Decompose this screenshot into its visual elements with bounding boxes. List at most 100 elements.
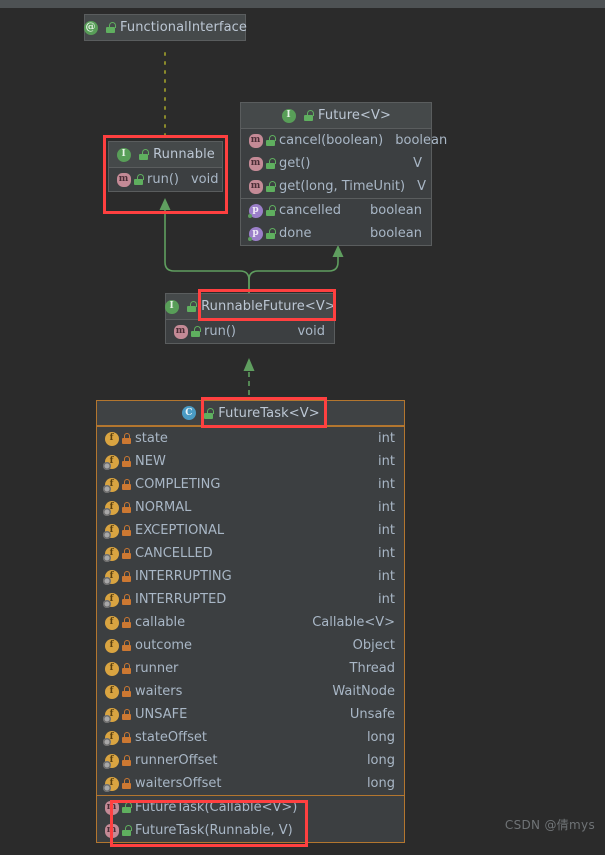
member-row[interactable]: f NEW int <box>97 450 404 473</box>
member-name: NEW <box>135 454 166 469</box>
private-lock-icon <box>122 594 131 605</box>
member-type: int <box>378 546 395 561</box>
member-name: state <box>135 431 168 446</box>
member-row[interactable]: f state int <box>97 427 404 450</box>
public-unlock-icon <box>191 326 201 337</box>
method-icon: m <box>104 800 119 815</box>
member-name: run() <box>204 324 236 339</box>
member-name: cancel(boolean) <box>279 133 384 148</box>
node-future-methods: m cancel(boolean) boolean m get() V m ge… <box>241 128 447 198</box>
member-row[interactable]: m FutureTask(Callable<V>) <box>97 796 404 819</box>
member-type: Thread <box>349 661 395 676</box>
member-row[interactable]: f outcome Object <box>97 634 404 657</box>
member-type: int <box>378 569 395 584</box>
property-icon: p <box>248 226 263 241</box>
static-field-icon: f <box>103 500 119 516</box>
member-type: V <box>417 179 426 194</box>
window-top-strip <box>0 0 605 8</box>
member-row[interactable]: m run() void <box>166 320 334 343</box>
member-name: done <box>279 226 312 241</box>
member-row[interactable]: m get() V <box>241 152 431 175</box>
member-row[interactable]: f runner Thread <box>97 657 404 680</box>
node-runnable[interactable]: I Runnable m run() void <box>108 141 223 192</box>
private-lock-icon <box>122 571 131 582</box>
edge-futuretask-to-runnablefuture <box>243 358 255 404</box>
node-functionalinterface[interactable]: @ FunctionalInterface <box>83 14 247 41</box>
node-futuretask[interactable]: C FutureTask<V> f state int f NEW int f COMPLET… <box>96 400 405 843</box>
member-name: waiters <box>135 684 183 699</box>
member-row[interactable]: f INTERRUPTING int <box>97 565 404 588</box>
member-row[interactable]: m FutureTask(Runnable, V) <box>97 819 404 842</box>
public-unlock-icon <box>134 174 144 185</box>
node-future[interactable]: I Future<V> m cancel(boolean) boolean m … <box>240 102 447 246</box>
edge-runnablefuture-to-runnable <box>159 198 250 297</box>
member-name: NORMAL <box>135 500 192 515</box>
static-field-icon: f <box>103 569 119 585</box>
member-row[interactable]: f stateOffset long <box>97 726 404 749</box>
member-type: WaitNode <box>332 684 395 699</box>
member-row[interactable]: f NORMAL int <box>97 496 404 519</box>
member-type: Callable<V> <box>312 615 395 630</box>
member-row[interactable]: f waiters WaitNode <box>97 680 404 703</box>
static-field-icon: f <box>103 707 119 723</box>
private-lock-icon <box>122 433 131 444</box>
member-name: FutureTask(Runnable, V) <box>135 823 293 838</box>
public-unlock-icon <box>266 135 276 146</box>
private-lock-icon <box>122 709 131 720</box>
member-type: long <box>366 730 395 745</box>
member-type: long <box>366 776 395 791</box>
node-future-header: I Future<V> <box>241 103 431 128</box>
member-row[interactable]: f COMPLETING int <box>97 473 404 496</box>
member-name: run() <box>147 172 179 187</box>
member-name: EXCEPTIONAL <box>135 523 225 538</box>
member-name: INTERRUPTING <box>135 569 232 584</box>
interface-icon: I <box>164 299 179 314</box>
interface-icon: I <box>281 108 296 123</box>
uml-diagram-canvas[interactable]: @ FunctionalInterface I Runnable m run()… <box>0 8 605 847</box>
node-runnablefuture[interactable]: I RunnableFuture<V> m run() void <box>164 293 336 344</box>
member-type: int <box>378 523 395 538</box>
member-row[interactable]: p cancelled boolean <box>241 199 431 222</box>
static-field-icon: f <box>103 546 119 562</box>
public-unlock-icon <box>266 158 276 169</box>
member-row[interactable]: f runnerOffset long <box>97 749 404 772</box>
interface-icon: I <box>116 147 131 162</box>
member-row[interactable]: p done boolean <box>241 222 431 245</box>
member-row[interactable]: m run() void <box>109 168 222 191</box>
member-row[interactable]: f waitersOffset long <box>97 772 404 795</box>
static-field-icon: f <box>103 592 119 608</box>
public-unlock-icon <box>139 149 150 160</box>
member-name: runnerOffset <box>135 753 218 768</box>
node-runnable-header: I Runnable <box>109 142 222 167</box>
annotation-icon: @ <box>83 20 98 35</box>
private-lock-icon <box>122 456 131 467</box>
member-row[interactable]: m cancel(boolean) boolean <box>241 129 447 152</box>
member-type: boolean <box>395 133 448 148</box>
private-lock-icon <box>122 548 131 559</box>
property-icon: p <box>248 203 263 218</box>
private-lock-icon <box>122 525 131 536</box>
member-row[interactable]: f UNSAFE Unsafe <box>97 703 404 726</box>
public-unlock-icon <box>122 825 132 836</box>
node-runnable-methods: m run() void <box>109 167 222 191</box>
member-row[interactable]: f callable Callable<V> <box>97 611 404 634</box>
member-type: int <box>378 454 395 469</box>
member-name: runner <box>135 661 179 676</box>
node-futuretask-header: C FutureTask<V> <box>97 401 404 426</box>
node-title: Future<V> <box>318 108 391 123</box>
member-name: COMPLETING <box>135 477 221 492</box>
member-name: callable <box>135 615 186 630</box>
member-type: int <box>378 431 395 446</box>
member-row[interactable]: f EXCEPTIONAL int <box>97 519 404 542</box>
member-row[interactable]: m get(long, TimeUnit) V <box>241 175 431 198</box>
member-row[interactable]: f INTERRUPTED int <box>97 588 404 611</box>
node-futuretask-fields: f state int f NEW int f COMPLETING int f NORMAL int… <box>97 426 404 795</box>
member-row[interactable]: f CANCELLED int <box>97 542 404 565</box>
watermark: CSDN @倩mys <box>504 818 595 832</box>
private-lock-icon <box>122 732 131 743</box>
method-icon: m <box>173 324 188 339</box>
private-lock-icon <box>122 502 131 513</box>
member-name: FutureTask(Callable<V>) <box>135 800 298 815</box>
public-unlock-icon <box>266 228 276 239</box>
node-futuretask-constructors: m FutureTask(Callable<V>) m FutureTask(Runn… <box>97 795 404 842</box>
